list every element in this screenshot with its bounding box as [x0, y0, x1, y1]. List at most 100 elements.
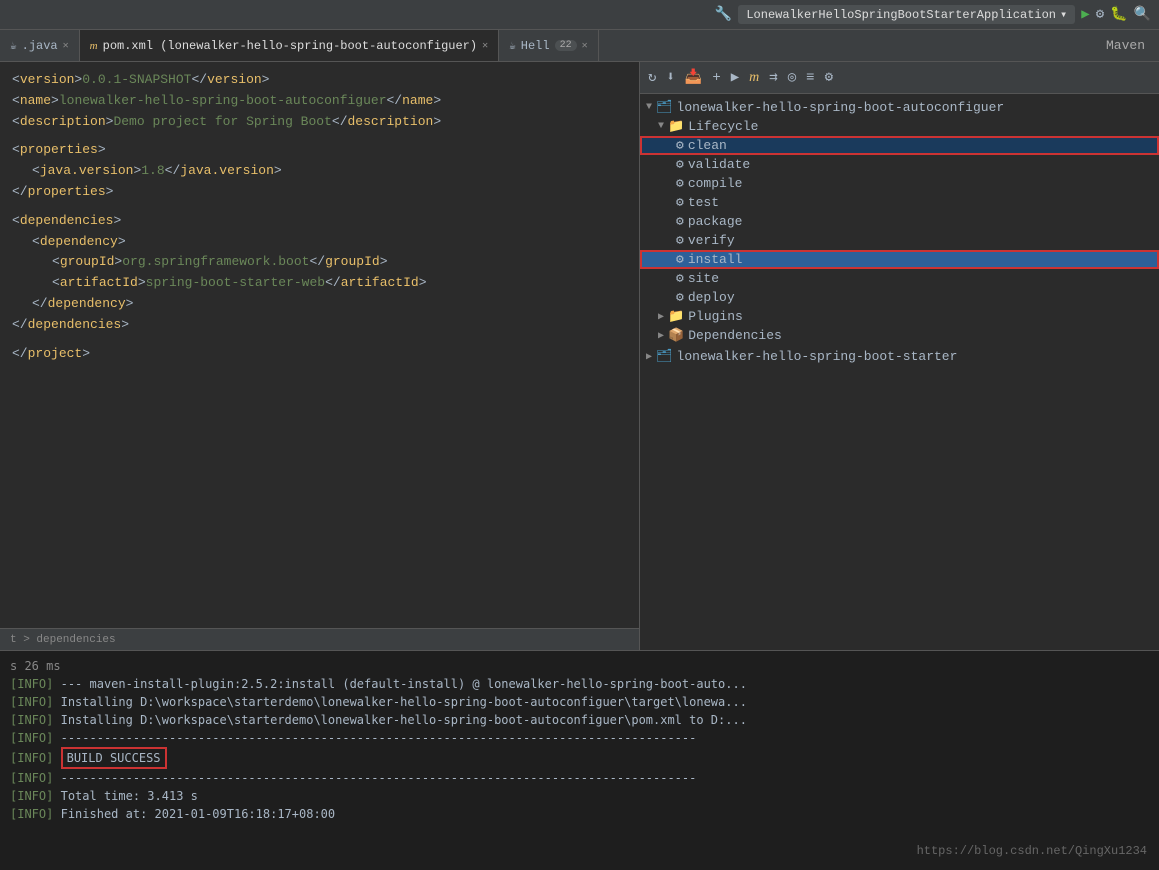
tab-hell[interactable]: ☕ Hell 22 ✕ — [499, 30, 598, 61]
watermark: https://blog.csdn.net/QingXu1234 — [917, 844, 1147, 858]
info-prefix-3: [INFO] — [10, 713, 53, 727]
install-gear-icon: ⚙ — [676, 252, 684, 267]
java-icon: ☕ — [10, 39, 17, 53]
tree-install[interactable]: ⚙ install — [640, 250, 1159, 269]
info-prefix-8: [INFO] — [10, 807, 53, 821]
goal-icon[interactable]: ◎ — [786, 67, 798, 88]
console-timestamp: s 26 ms — [10, 659, 61, 673]
editor-scroll[interactable]: <version>0.0.1-SNAPSHOT</version> <name>… — [0, 62, 639, 628]
info-prefix-5: [INFO] — [10, 751, 53, 765]
tree-clean-label: clean — [688, 138, 727, 153]
double-arrow-icon[interactable]: ⇉ — [767, 67, 779, 88]
config-icon[interactable]: ⚙ — [823, 67, 835, 88]
xml-line-artifactid: <artifactId>spring-boot-starter-web</art… — [52, 273, 627, 294]
refresh-icon[interactable]: ↻ — [646, 67, 658, 88]
info-prefix-7: [INFO] — [10, 789, 53, 803]
maven-tree[interactable]: ▼ 🗂 lonewalker-hello-spring-boot-autocon… — [640, 94, 1159, 650]
arrow-down-icon: ▼ — [646, 102, 652, 113]
tree-lifecycle-label: Lifecycle — [688, 119, 758, 134]
run-icon[interactable]: ▶ — [1081, 6, 1089, 23]
tree-test[interactable]: ⚙ test — [640, 193, 1159, 212]
tree-plugins[interactable]: ▶ 📁 Plugins — [640, 307, 1159, 326]
tab-java-close[interactable]: ✕ — [63, 40, 69, 52]
xml-line-project-close: </project> — [12, 344, 627, 365]
tree-dependencies[interactable]: ▶ 📦 Dependencies — [640, 326, 1159, 345]
package-gear-icon: ⚙ — [676, 214, 684, 229]
subproject-icon: 🗂 — [656, 349, 673, 364]
subproject-arrow-icon: ▶ — [646, 351, 652, 363]
editor-status: t > dependencies — [0, 628, 639, 650]
compile-gear-icon: ⚙ — [676, 176, 684, 191]
plugins-arrow-icon: ▶ — [658, 311, 664, 323]
xml-line-java-ver: <java.version>1.8</java.version> — [32, 161, 627, 182]
console-text-4: ----------------------------------------… — [61, 731, 697, 745]
tree-lifecycle[interactable]: ▼ 📁 Lifecycle — [640, 117, 1159, 136]
deps-arrow-icon: ▶ — [658, 330, 664, 342]
xml-line-dep-close: </dependency> — [32, 294, 627, 315]
tree-compile-label: compile — [688, 176, 743, 191]
tree-deploy[interactable]: ⚙ deploy — [640, 288, 1159, 307]
search-icon[interactable]: 🔍 — [1134, 6, 1151, 23]
tab-java-label: .java — [22, 39, 58, 53]
deps-folder-icon: 📦 — [668, 328, 684, 343]
m-icon[interactable]: m — [747, 68, 761, 88]
tree-package[interactable]: ⚙ package — [640, 212, 1159, 231]
console-line-7: [INFO] Total time: 3.413 s — [10, 787, 1149, 805]
breadcrumb: t > dependencies — [10, 634, 116, 646]
tree-deps-label: Dependencies — [688, 328, 782, 343]
xml-line-3: <description>Demo project for Spring Boo… — [12, 112, 627, 133]
info-prefix-1: [INFO] — [10, 677, 53, 691]
tree-clean[interactable]: ⚙ clean — [640, 136, 1159, 155]
app-name-label: LonewalkerHelloSpringBootStarterApplicat… — [746, 8, 1056, 22]
tab-pom[interactable]: m pom.xml (lonewalker-hello-spring-boot-… — [80, 30, 499, 61]
tree-subproject[interactable]: ▶ 🗂 lonewalker-hello-spring-boot-starter — [640, 347, 1159, 366]
settings-icon[interactable]: ⚙ — [1096, 6, 1104, 23]
tree-deploy-label: deploy — [688, 290, 735, 305]
run-maven-icon[interactable]: ▶ — [729, 67, 741, 88]
console-text-2: Installing D:\workspace\starterdemo\lone… — [61, 695, 747, 709]
console-content[interactable]: s 26 ms [INFO] --- maven-install-plugin:… — [0, 651, 1159, 870]
tree-compile[interactable]: ⚙ compile — [640, 174, 1159, 193]
add-icon[interactable]: + — [710, 68, 722, 88]
maven-panel: ↻ ⬇ 📥 + ▶ m ⇉ ◎ ≡ ⚙ ▼ 🗂 lonewalker-hello… — [640, 62, 1159, 650]
tree-subproject-label: lonewalker-hello-spring-boot-starter — [677, 349, 958, 364]
tree-root-label: lonewalker-hello-spring-boot-autoconfigu… — [677, 100, 1005, 115]
tab-hell-close[interactable]: ✕ — [582, 40, 588, 52]
tree-site-label: site — [688, 271, 719, 286]
maven-tab-label: Maven — [1106, 38, 1145, 53]
console-line-6: [INFO] ---------------------------------… — [10, 769, 1149, 787]
console-line-2: [INFO] Installing D:\workspace\starterde… — [10, 693, 1149, 711]
info-prefix-4: [INFO] — [10, 731, 53, 745]
download-icon[interactable]: ⬇ — [664, 67, 676, 88]
debug-icon[interactable]: 🐛 — [1110, 6, 1127, 23]
console-line-4: [INFO] ---------------------------------… — [10, 729, 1149, 747]
import-icon[interactable]: 📥 — [683, 67, 704, 88]
title-bar: 🔧 LonewalkerHelloSpringBootStarterApplic… — [0, 0, 1159, 30]
lifecycle-arrow-icon: ▼ — [658, 121, 664, 132]
xml-line-1: <version>0.0.1-SNAPSHOT</version> — [12, 70, 627, 91]
xml-line-props: <properties> — [12, 140, 627, 161]
tab-pom-close[interactable]: ✕ — [482, 40, 488, 52]
tree-validate[interactable]: ⚙ validate — [640, 155, 1159, 174]
console-line-time: s 26 ms — [10, 657, 1149, 675]
wrench-icon[interactable]: 🔧 — [715, 6, 732, 23]
tab-java[interactable]: ☕ .java ✕ — [0, 30, 80, 61]
console-text-7: Total time: 3.413 s — [61, 789, 198, 803]
phase-icon[interactable]: ≡ — [804, 68, 816, 88]
tab-bar: ☕ .java ✕ m pom.xml (lonewalker-hello-sp… — [0, 30, 1159, 62]
clean-gear-icon: ⚙ — [676, 138, 684, 153]
maven-tab[interactable]: Maven — [1092, 30, 1159, 61]
tree-install-label: install — [688, 252, 743, 267]
deploy-gear-icon: ⚙ — [676, 290, 684, 305]
verify-gear-icon: ⚙ — [676, 233, 684, 248]
tab-pom-label: pom.xml (lonewalker-hello-spring-boot-au… — [103, 39, 477, 53]
app-name-dropdown[interactable]: LonewalkerHelloSpringBootStarterApplicat… — [738, 5, 1075, 24]
console-text-8: Finished at: 2021-01-09T16:18:17+08:00 — [61, 807, 336, 821]
test-gear-icon: ⚙ — [676, 195, 684, 210]
editor-panel: <version>0.0.1-SNAPSHOT</version> <name>… — [0, 62, 640, 650]
lifecycle-folder-icon: 📁 — [668, 119, 684, 134]
tree-site[interactable]: ⚙ site — [640, 269, 1159, 288]
tree-verify[interactable]: ⚙ verify — [640, 231, 1159, 250]
tree-verify-label: verify — [688, 233, 735, 248]
tree-root-project[interactable]: ▼ 🗂 lonewalker-hello-spring-boot-autocon… — [640, 98, 1159, 117]
